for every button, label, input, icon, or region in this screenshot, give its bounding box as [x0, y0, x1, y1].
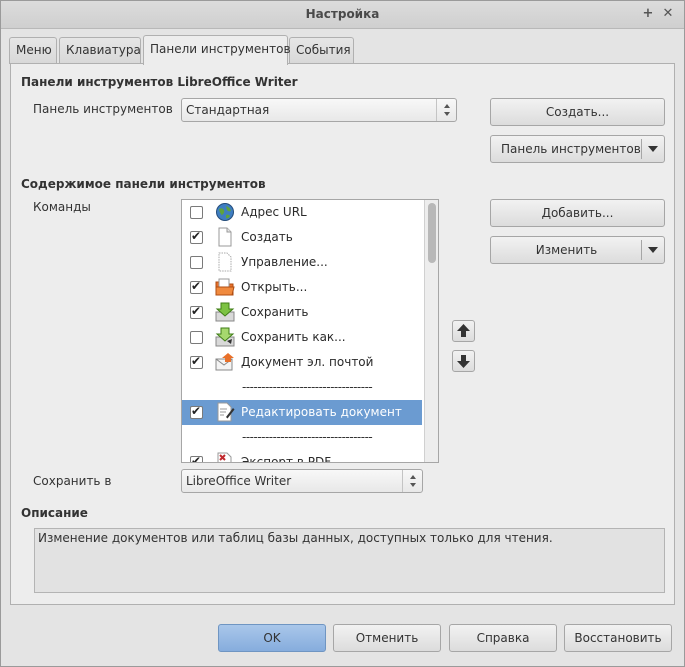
- save-in-select[interactable]: LibreOffice Writer: [181, 469, 423, 493]
- toolbar-select-value: Стандартная: [186, 103, 270, 117]
- save-in-select-value: LibreOffice Writer: [186, 474, 292, 488]
- tab-keyboard[interactable]: Клавиатура: [59, 37, 141, 64]
- open-folder-icon: [215, 278, 235, 296]
- commands-list[interactable]: Адрес URL Создать Управление...: [181, 199, 439, 463]
- list-item-label: Создать: [241, 230, 293, 244]
- toolbars-panel: Панели инструментов LibreOffice Writer П…: [10, 63, 675, 605]
- list-item-label: Экспорт в PDF: [241, 455, 332, 463]
- modify-button-label: Изменить: [535, 243, 598, 257]
- window-title: Настройка: [305, 7, 380, 21]
- separator-line: ----------------------------------: [242, 380, 373, 394]
- checkbox[interactable]: [190, 331, 203, 344]
- checkbox[interactable]: [190, 206, 203, 219]
- arrow-up-icon: [457, 324, 470, 337]
- list-item[interactable]: Управление...: [182, 250, 422, 275]
- save-as-icon: [215, 327, 235, 347]
- list-item-label: Сохранить: [241, 305, 309, 319]
- chevron-down-icon: [648, 247, 658, 253]
- toolbar-label: Панель инструментов: [33, 102, 173, 116]
- commands-label: Команды: [33, 200, 91, 214]
- list-item[interactable]: Создать: [182, 225, 422, 250]
- list-item-label: Редактировать документ: [241, 405, 402, 419]
- list-item-selected[interactable]: Редактировать документ: [182, 400, 422, 425]
- list-separator: ----------------------------------: [182, 425, 422, 450]
- save-icon: [215, 302, 235, 322]
- move-up-button[interactable]: [452, 320, 475, 342]
- pin-icon[interactable]: +: [640, 6, 656, 22]
- tab-toolbars[interactable]: Панели инструментов: [143, 35, 291, 65]
- description-title: Описание: [21, 506, 88, 520]
- scrollbar-thumb[interactable]: [428, 203, 436, 263]
- cancel-button[interactable]: Отменить: [333, 624, 441, 652]
- checkbox[interactable]: [190, 404, 203, 419]
- description-text: Изменение документов или таблиц базы дан…: [38, 531, 553, 545]
- checkbox[interactable]: [190, 229, 203, 244]
- list-item[interactable]: Адрес URL: [182, 200, 422, 225]
- list-item[interactable]: Открыть...: [182, 275, 422, 300]
- list-item[interactable]: Сохранить как...: [182, 325, 422, 350]
- email-icon: [215, 353, 234, 371]
- customize-dialog: Настройка + ✕ Меню Клавиатура Панели инс…: [0, 0, 685, 667]
- edit-document-icon: [217, 402, 235, 422]
- chevron-down-icon: [648, 146, 658, 152]
- tab-menu[interactable]: Меню: [9, 37, 57, 64]
- checkbox[interactable]: [190, 454, 203, 462]
- title-bar[interactable]: Настройка + ✕: [1, 1, 684, 29]
- save-in-label: Сохранить в: [33, 474, 112, 488]
- globe-icon: [216, 203, 234, 221]
- modify-button[interactable]: Изменить: [490, 236, 665, 264]
- list-item-label: Открыть...: [241, 280, 308, 294]
- toolbar-menu-button[interactable]: Панель инструментов: [490, 135, 665, 163]
- list-item-label: Сохранить как...: [241, 330, 346, 344]
- checkbox[interactable]: [190, 354, 203, 369]
- add-button[interactable]: Добавить...: [490, 199, 665, 227]
- list-item-label: Адрес URL: [241, 205, 307, 219]
- toolbar-select[interactable]: Стандартная: [181, 98, 457, 122]
- toolbars-section-title: Панели инструментов LibreOffice Writer: [21, 75, 298, 89]
- reset-button[interactable]: Восстановить: [564, 624, 672, 652]
- arrow-down-icon: [457, 355, 470, 368]
- checkbox[interactable]: [190, 256, 203, 269]
- help-button[interactable]: Справка: [449, 624, 557, 652]
- description-box: Изменение документов или таблиц базы дан…: [34, 528, 665, 593]
- list-item-label: Документ эл. почтой: [241, 355, 374, 369]
- separator-line: ----------------------------------: [242, 430, 373, 444]
- ok-button[interactable]: OK: [218, 624, 326, 652]
- list-separator: ----------------------------------: [182, 375, 422, 400]
- toolbar-menu-button-label: Панель инструментов: [501, 142, 641, 156]
- list-item[interactable]: Документ эл. почтой: [182, 350, 422, 375]
- templates-icon: [218, 252, 232, 272]
- checkbox[interactable]: [190, 304, 203, 319]
- move-down-button[interactable]: [452, 350, 475, 372]
- contents-section-title: Содержимое панели инструментов: [21, 177, 266, 191]
- create-button[interactable]: Создать...: [490, 98, 665, 126]
- checkbox[interactable]: [190, 279, 203, 294]
- pdf-icon: [217, 452, 232, 462]
- list-item[interactable]: Сохранить: [182, 300, 422, 325]
- spin-arrows-icon[interactable]: [436, 99, 456, 121]
- list-item-label: Управление...: [241, 255, 328, 269]
- close-icon[interactable]: ✕: [660, 6, 676, 22]
- list-scrollbar[interactable]: [424, 200, 438, 462]
- tab-events[interactable]: События: [289, 37, 354, 64]
- spin-arrows-icon[interactable]: [402, 470, 422, 492]
- list-item[interactable]: Экспорт в PDF: [182, 450, 422, 463]
- new-document-icon: [218, 227, 232, 247]
